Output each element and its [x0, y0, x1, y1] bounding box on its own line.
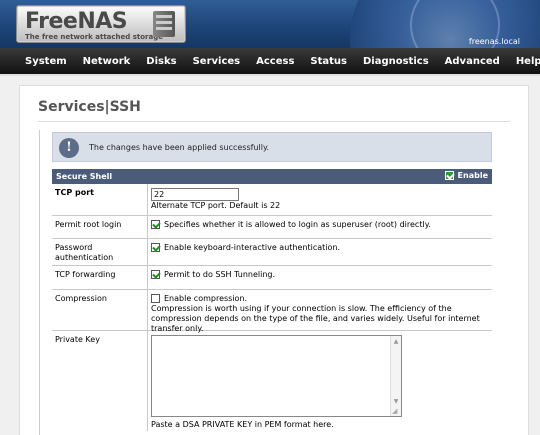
tcp-forwarding-label: TCP forwarding [52, 266, 148, 289]
password-auth-label: Password authentication [52, 239, 148, 265]
private-key-textarea[interactable]: ▲ ▼ ◢ [151, 335, 402, 417]
private-key-help: Paste a DSA PRIVATE KEY in PEM format he… [151, 420, 334, 429]
main-nav: System Network Disks Services Access Sta… [0, 48, 540, 76]
section-header: Secure Shell Enable [52, 169, 492, 184]
compression-checkbox[interactable] [151, 294, 160, 303]
compression-help: Compression is worth using if your conne… [151, 304, 480, 333]
logo-subtitle: The free network attached storage [25, 33, 163, 41]
info-message: The changes have been applied successful… [89, 143, 270, 152]
tcp-port-help: Alternate TCP port. Default is 22 [151, 201, 281, 210]
nav-item-access[interactable]: Access [256, 56, 294, 67]
nav-item-network[interactable]: Network [83, 56, 131, 67]
content-area: ! The changes have been applied successf… [39, 130, 511, 435]
server-icon [153, 11, 175, 37]
enable-toggle[interactable]: Enable [444, 171, 488, 180]
row-tcp-port: TCP port Alternate TCP port. Default is … [52, 184, 492, 216]
row-tcp-forwarding: TCP forwarding Permit to do SSH Tunnelin… [52, 266, 492, 290]
row-compression: Compression Enable compression. Compress… [52, 290, 492, 333]
nav-item-help[interactable]: Help [516, 56, 540, 67]
nav-item-diagnostics[interactable]: Diagnostics [363, 56, 429, 67]
permit-root-label: Permit root login [52, 216, 148, 238]
title-divider [38, 121, 510, 122]
scroll-up-icon[interactable]: ▲ [392, 338, 400, 346]
compression-label: Compression [52, 290, 148, 330]
password-auth-checkbox[interactable] [151, 243, 160, 252]
page-title: Services|SSH [38, 99, 141, 115]
nav-item-advanced[interactable]: Advanced [445, 56, 500, 67]
info-icon: ! [59, 138, 79, 158]
nav-item-services[interactable]: Services [193, 56, 241, 67]
textarea-scrollbar[interactable]: ▲ ▼ [390, 336, 401, 416]
tcp-port-input[interactable] [151, 188, 239, 201]
resize-grip-icon[interactable]: ◢ [392, 407, 400, 415]
tcp-port-label: TCP port [52, 184, 148, 215]
page-panel: Services|SSH ! The changes have been app… [19, 85, 529, 435]
permit-root-checkbox[interactable] [151, 220, 160, 229]
enable-checkbox[interactable] [444, 171, 454, 180]
enable-label: Enable [457, 171, 488, 180]
logo-title: FreeNAS [25, 9, 128, 34]
tcp-forwarding-text: Permit to do SSH Tunneling. [164, 270, 276, 279]
ssh-settings-form: Secure Shell Enable TCP port Alternate T… [52, 169, 492, 431]
freenas-logo[interactable]: FreeNAS The free network attached storag… [16, 5, 186, 43]
row-password-auth: Password authentication Enable keyboard-… [52, 239, 492, 266]
info-message-box: ! The changes have been applied successf… [52, 132, 492, 162]
hostname-label: freenas.local [468, 37, 520, 46]
password-auth-text: Enable keyboard-interactive authenticati… [164, 243, 340, 252]
header-banner: FreeNAS The free network attached storag… [0, 0, 540, 48]
nav-item-system[interactable]: System [25, 56, 67, 67]
row-permit-root: Permit root login Specifies whether it i… [52, 216, 492, 239]
row-private-key: Private Key ▲ ▼ ◢ Paste a DSA PRIVATE KE… [52, 331, 492, 431]
nav-item-status[interactable]: Status [310, 56, 347, 67]
tcp-forwarding-checkbox[interactable] [151, 270, 160, 279]
section-title: Secure Shell [56, 172, 113, 181]
private-key-label: Private Key [52, 331, 148, 431]
compression-text: Enable compression. [164, 294, 248, 303]
scroll-down-icon[interactable]: ▼ [392, 398, 400, 406]
nav-item-disks[interactable]: Disks [146, 56, 176, 67]
permit-root-text: Specifies whether it is allowed to login… [164, 220, 431, 229]
